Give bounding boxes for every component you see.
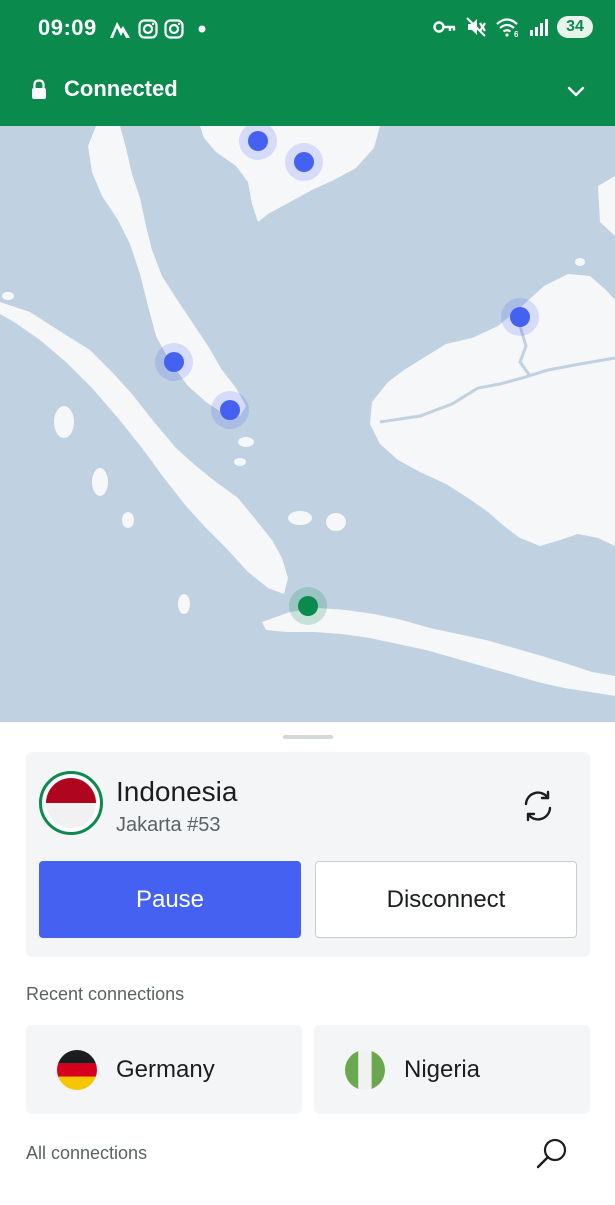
- map-land: [54, 406, 74, 438]
- map-land: [92, 468, 108, 496]
- instagram-icon: [138, 19, 158, 39]
- recent-country-name: Nigeria: [404, 1056, 481, 1083]
- germany-flag: [57, 1050, 97, 1090]
- status-right-icons: 6 34: [433, 16, 593, 38]
- connection-status: Connected: [64, 76, 178, 101]
- connected-server-marker[interactable]: [289, 587, 327, 625]
- chevron-down-icon[interactable]: [565, 80, 587, 102]
- server-marker[interactable]: [211, 391, 249, 429]
- search-button[interactable]: [530, 1132, 574, 1176]
- status-time: 09:09: [38, 15, 97, 40]
- map-land: [288, 511, 312, 525]
- map-land: [238, 437, 254, 447]
- dot-icon: [198, 25, 206, 33]
- drag-handle[interactable]: [283, 735, 333, 739]
- refresh-icon: [524, 790, 552, 822]
- current-server-card: Indonesia Jakarta #53 Pause Disconnect: [26, 752, 590, 957]
- server-marker[interactable]: [285, 143, 323, 181]
- wifi-icon: 6: [496, 18, 519, 38]
- mute-icon: [466, 17, 486, 37]
- svg-text:6: 6: [514, 30, 519, 38]
- server-marker[interactable]: [501, 298, 539, 336]
- signal-icon: [530, 19, 548, 36]
- indonesia-flag-icon: [46, 778, 96, 828]
- reconnect-button[interactable]: [516, 784, 560, 828]
- lock-icon: [32, 79, 46, 99]
- recent-connections-label: Recent connections: [26, 984, 185, 1004]
- disconnect-button[interactable]: Disconnect: [315, 861, 577, 938]
- recent-connection-germany[interactable]: Germany: [26, 1025, 302, 1114]
- server-name: Jakarta #53: [116, 814, 221, 836]
- map-land: [370, 274, 615, 546]
- server-map[interactable]: [0, 126, 615, 724]
- nordvpn-icon: [110, 22, 130, 38]
- map-land: [2, 292, 14, 300]
- bottom-sheet: Indonesia Jakarta #53 Pause Disconnect R…: [0, 722, 615, 1205]
- search-icon: [536, 1138, 567, 1169]
- nigeria-flag: [345, 1050, 385, 1090]
- map-land: [575, 258, 585, 266]
- nigeria-flag-icon: [345, 1050, 385, 1090]
- map-land: [178, 594, 190, 614]
- recent-country-name: Germany: [116, 1056, 215, 1083]
- all-connections-label: All connections: [26, 1143, 148, 1163]
- battery-badge: 34: [557, 16, 593, 38]
- germany-flag-icon: [57, 1050, 97, 1090]
- server-marker[interactable]: [155, 343, 193, 381]
- connection-header[interactable]: Connected: [0, 60, 615, 126]
- map-land: [598, 176, 615, 236]
- recent-connection-nigeria[interactable]: Nigeria: [314, 1025, 590, 1114]
- map-land: [234, 458, 246, 466]
- country-flag: [39, 771, 103, 835]
- pause-button[interactable]: Pause: [39, 861, 301, 938]
- status-left-icons: [108, 18, 210, 40]
- vpn-key-icon: [433, 21, 456, 33]
- status-bar: 09:09 6 34: [0, 0, 615, 60]
- map-land: [0, 302, 288, 594]
- country-name: Indonesia: [116, 776, 238, 807]
- map-land: [326, 513, 346, 531]
- instagram-icon: [164, 19, 184, 39]
- map-land: [122, 512, 134, 528]
